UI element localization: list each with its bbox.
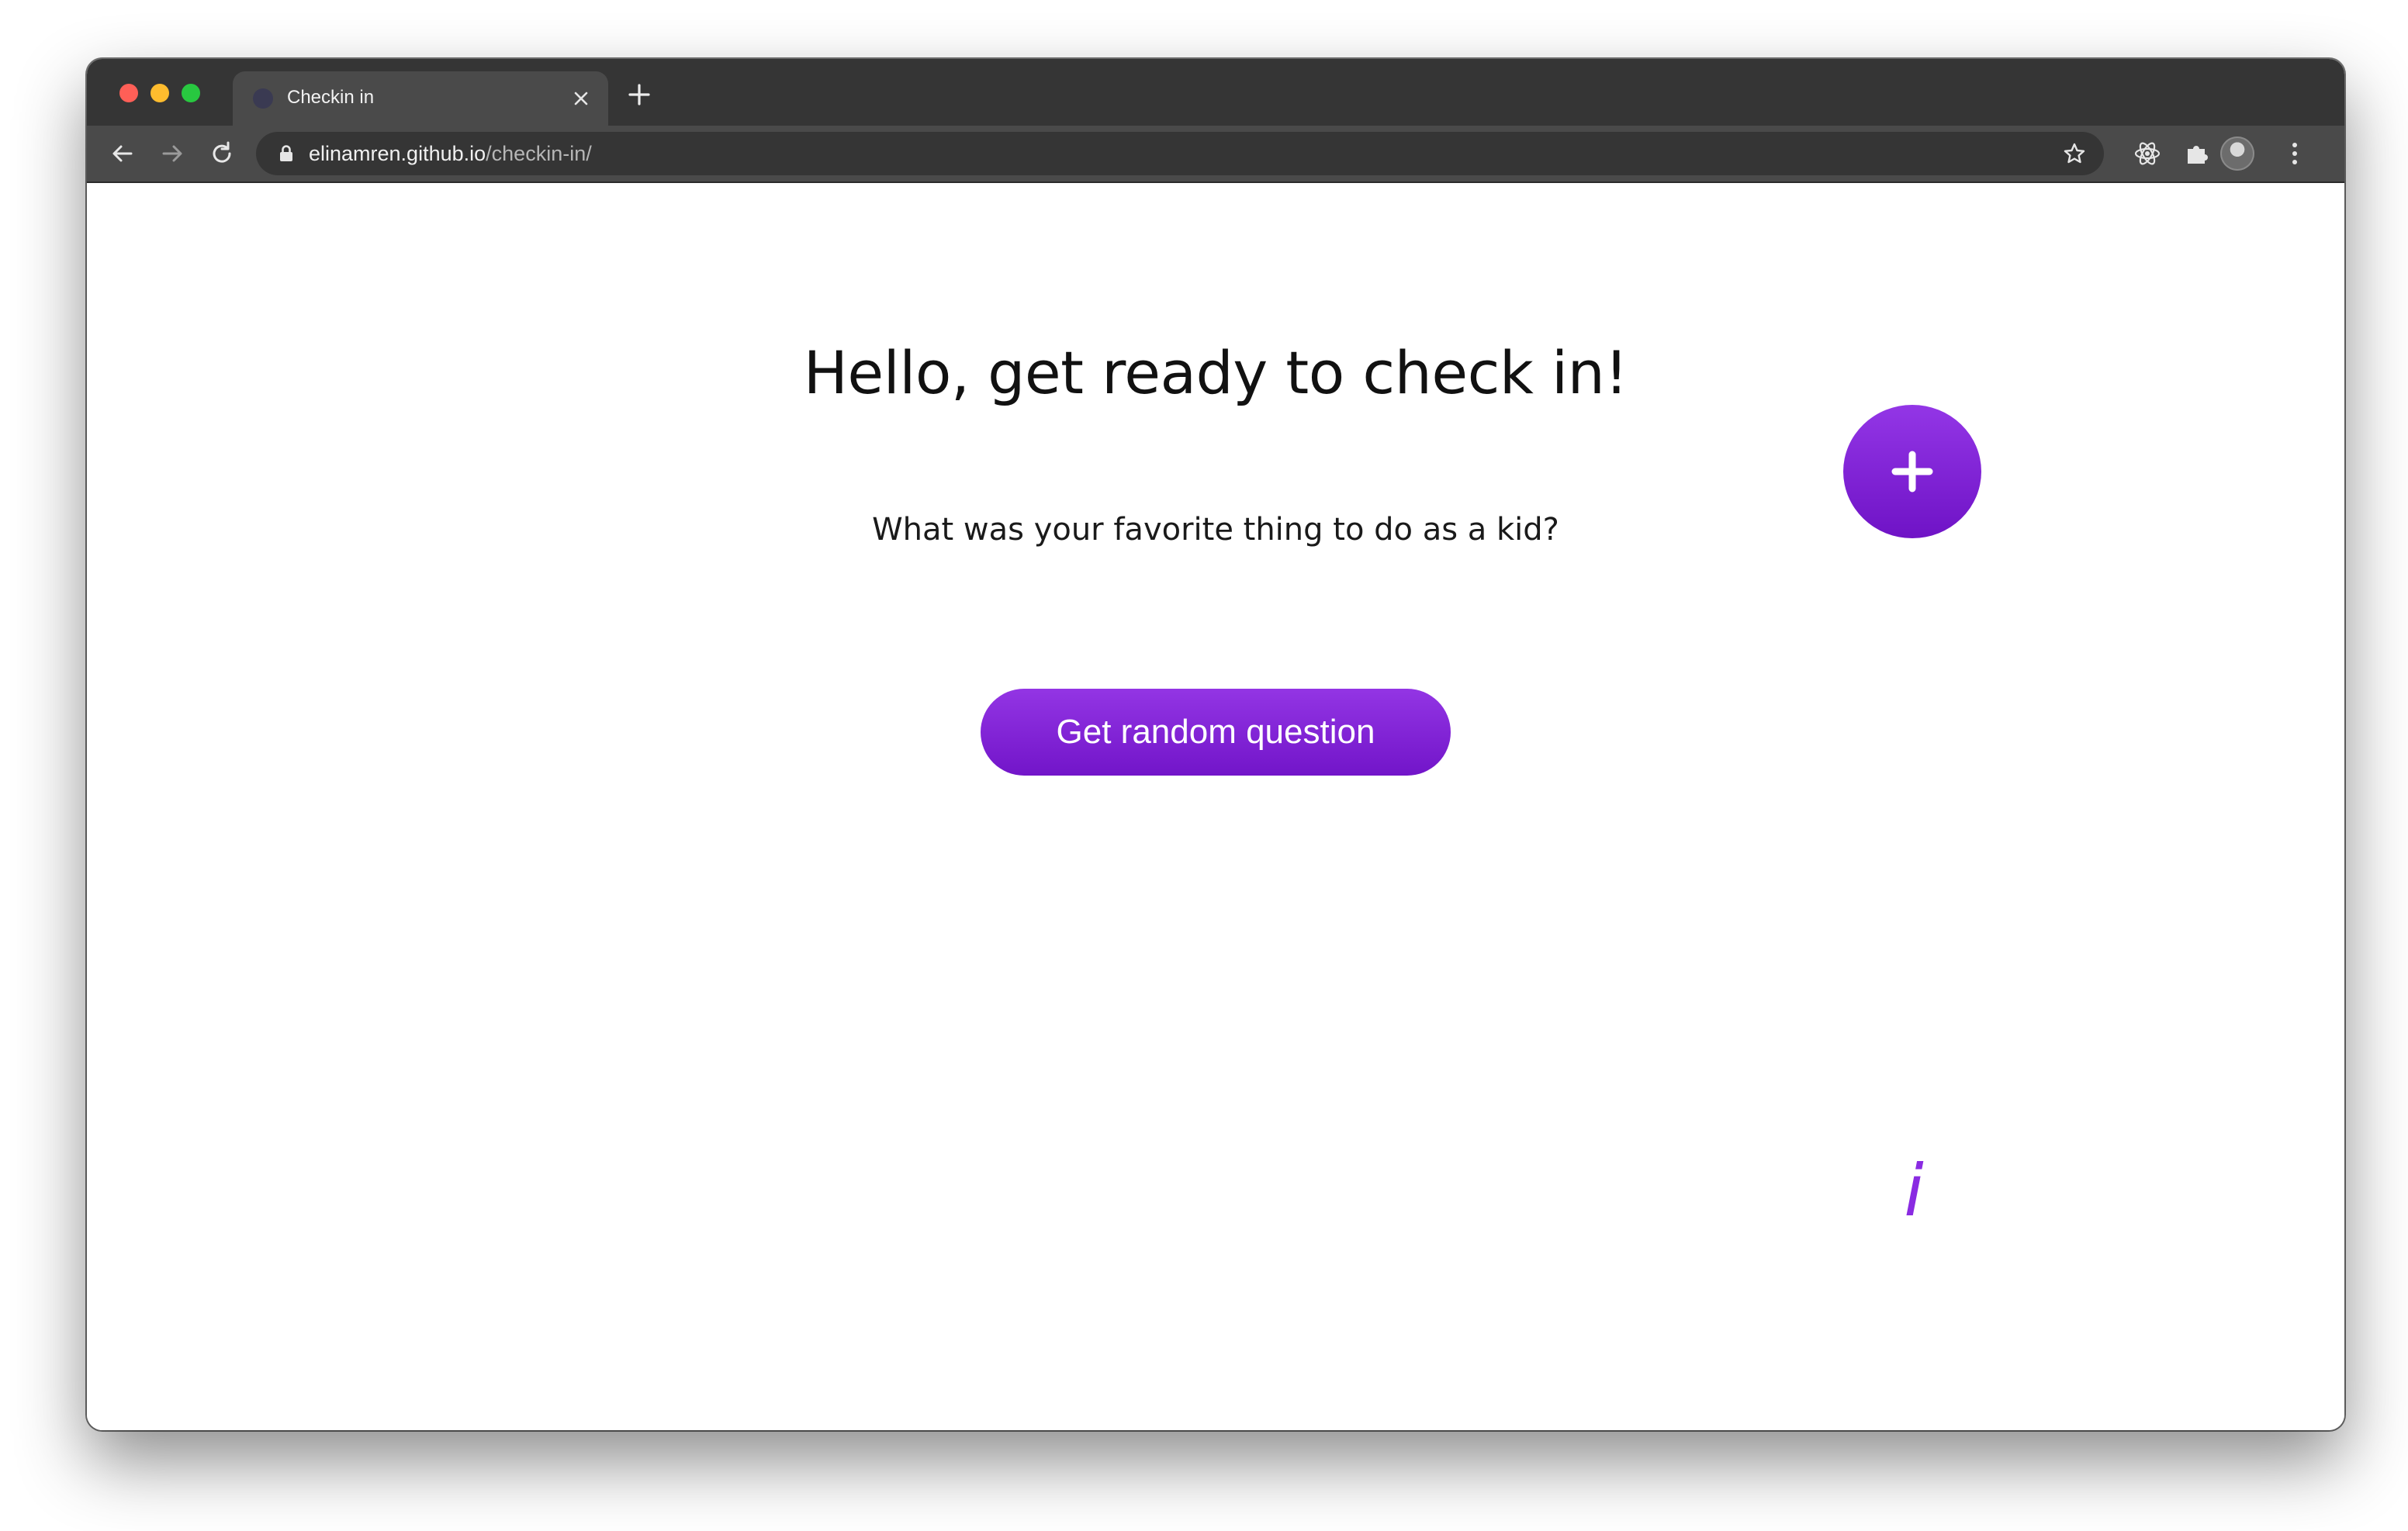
info-icon[interactable]: i <box>1887 1153 1941 1230</box>
extensions-button[interactable] <box>2180 137 2214 171</box>
new-tab-button[interactable] <box>622 78 656 112</box>
back-button[interactable] <box>104 135 141 172</box>
arrow-left-icon <box>112 145 133 162</box>
page-title: Hello, get ready to check in! <box>803 338 1628 407</box>
url-text: elinamren.github.io/checkin-in/ <box>309 142 592 166</box>
reload-icon <box>213 141 231 163</box>
screenshot-stage: Checkin in elinamren.github.io/checkin-i… <box>0 0 2408 1531</box>
star-icon[interactable] <box>2062 141 2087 166</box>
address-bar[interactable]: elinamren.github.io/checkin-in/ <box>256 132 2104 175</box>
close-window-button[interactable] <box>119 84 138 102</box>
reload-button[interactable] <box>203 135 240 172</box>
avatar[interactable] <box>2220 137 2254 171</box>
tab-checkin[interactable]: Checkin in <box>233 71 608 126</box>
lock-icon <box>280 145 292 161</box>
tab-title: Checkin in <box>287 87 375 108</box>
minimize-window-button[interactable] <box>150 84 169 102</box>
question-text: What was your favorite thing to do as a … <box>872 512 1559 548</box>
browser-window: Checkin in elinamren.github.io/checkin-i… <box>87 59 2344 1430</box>
browser-toolbar: elinamren.github.io/checkin-in/ <box>87 126 2344 183</box>
forward-button[interactable] <box>154 135 191 172</box>
zoom-window-button[interactable] <box>182 84 200 102</box>
arrow-right-icon <box>162 145 182 162</box>
kebab-menu-icon <box>2292 143 2297 164</box>
puzzle-icon <box>2188 146 2208 164</box>
url-host: elinamren.github.io <box>309 142 486 165</box>
browser-menu-button[interactable] <box>2278 137 2312 171</box>
plus-icon <box>628 84 650 105</box>
tab-close-icon[interactable] <box>568 85 594 112</box>
react-devtools-button[interactable] <box>2130 137 2164 171</box>
get-random-question-button[interactable]: Get random question <box>981 689 1451 776</box>
react-icon <box>2134 142 2161 165</box>
url-path: /checkin-in/ <box>486 142 592 165</box>
favicon-icon <box>253 88 273 109</box>
tab-strip: Checkin in <box>87 59 2344 126</box>
page-content: Hello, get ready to check in! What was y… <box>87 183 2344 1430</box>
